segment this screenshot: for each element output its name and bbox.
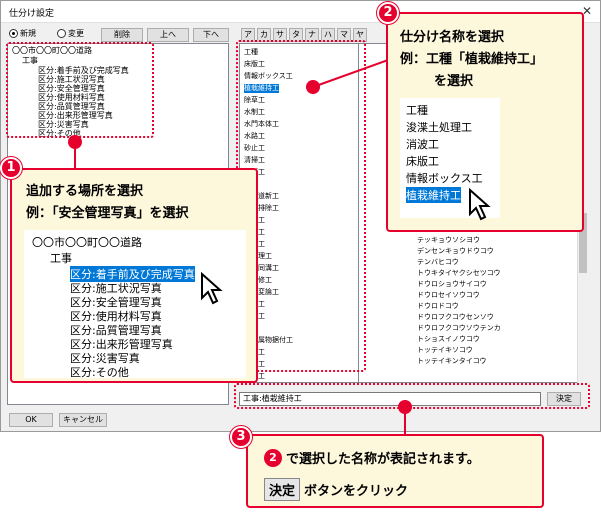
callout2-item: 植栽維持工 <box>406 187 461 203</box>
callout3-line1: で選択した名称が表記されます。 <box>286 452 480 467</box>
callout1-root: 〇〇市〇〇町〇〇道路 <box>32 236 142 249</box>
callout2-line2: 例：工種「植栽維持工」 <box>400 52 544 67</box>
callout2-item: 工種 <box>406 104 428 117</box>
callout2-line1: 仕分け名称を選択 <box>400 30 505 45</box>
callout2-box: 仕分け名称を選択 例：工種「植栽維持工」 を選択 工種浚渫土処理工 消波工床版工情… <box>386 12 584 232</box>
callout3-circle: 2 <box>264 448 282 467</box>
callout2-item: 情報ボックス工 <box>406 172 483 185</box>
callout3-box: 2 で選択した名称が表記されます。 決定 ボタンをクリック <box>246 434 544 508</box>
callout1-line1: 追加する場所を選択 <box>26 184 144 199</box>
callout2-line3: を選択 <box>434 74 474 89</box>
callout3-row1: 2 で選択した名称が表記されます。 <box>264 448 480 467</box>
callout1-work: 工事 <box>50 252 72 265</box>
callout2-list: 工種浚渫土処理工 消波工床版工情報ボックス工 植栽維持工 <box>400 98 500 221</box>
callout1-item: 区分:その他 <box>70 366 129 379</box>
callout3-row2: 決定 ボタンをクリック <box>264 478 408 501</box>
cursor-icon <box>201 272 223 305</box>
callout1-tree: 〇〇市〇〇町〇〇道路 工事 区分:着手前及び完成写真 区分:施工状況写真 区分:安全… <box>24 230 246 379</box>
callout3-button: 決定 <box>264 478 301 501</box>
callout1-line2: 例：「安全管理写真」を選択 <box>26 206 189 221</box>
cursor-icon <box>469 188 491 221</box>
callout2-item: 消波工 <box>406 138 439 151</box>
callout2-item: 浚渫土処理工 <box>406 121 472 134</box>
callout2-item: 床版工 <box>406 155 439 168</box>
callout3-line2: ボタンをクリック <box>304 484 409 499</box>
callout1-box: 追加する場所を選択 例：「安全管理写真」を選択 〇〇市〇〇町〇〇道路 工事 区分… <box>10 168 258 383</box>
callout1-number: 1 <box>0 157 22 179</box>
callout2-number: 2 <box>377 2 399 24</box>
callout3-number: 3 <box>230 426 252 448</box>
